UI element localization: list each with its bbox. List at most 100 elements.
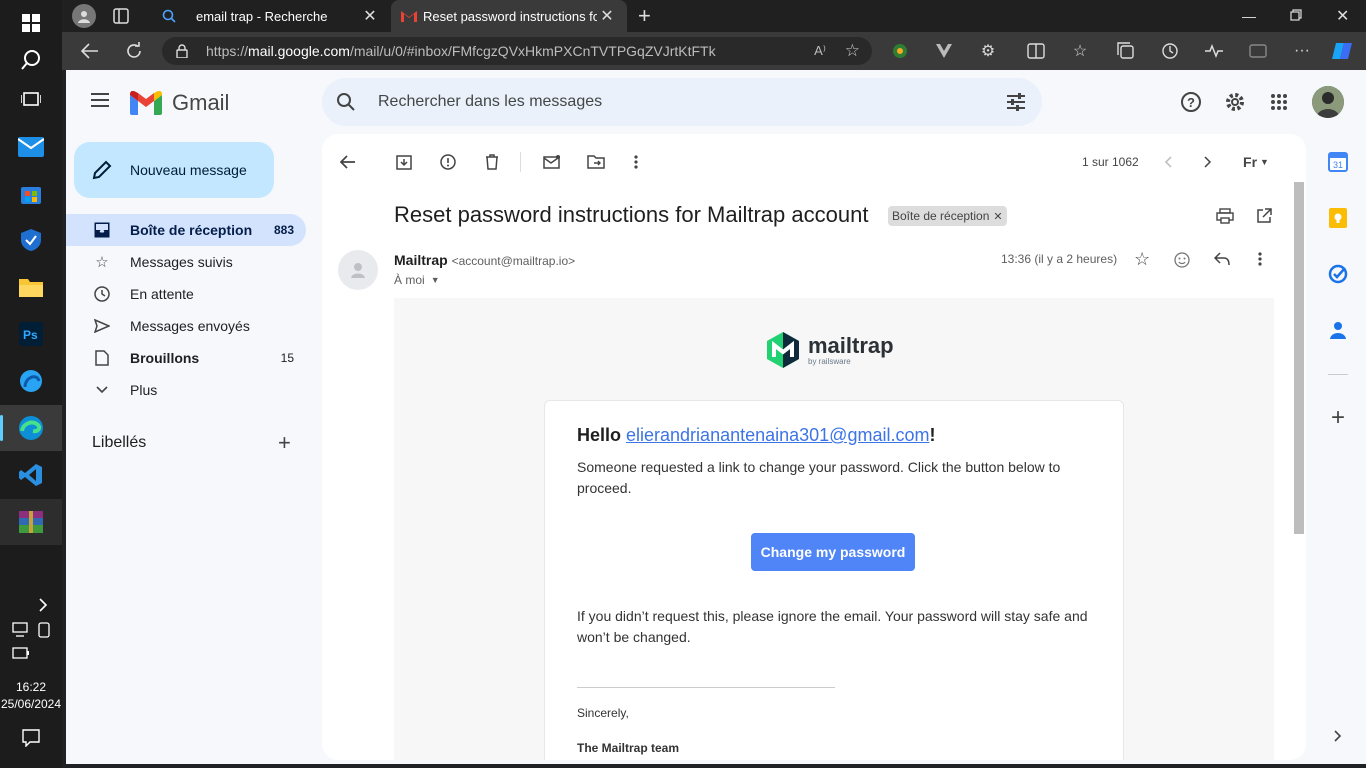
search-icon[interactable]: [336, 92, 356, 112]
collections-icon[interactable]: [1114, 39, 1138, 63]
photoshop-icon[interactable]: Ps: [0, 311, 62, 357]
screenshot-icon[interactable]: [1246, 39, 1270, 63]
svg-text:?: ?: [1187, 95, 1195, 110]
move-to-icon[interactable]: [584, 150, 608, 174]
restore-icon[interactable]: [1290, 9, 1302, 21]
label-chip[interactable]: Boîte de réception ✕: [888, 206, 1007, 226]
sidebar-item-more[interactable]: Plus: [66, 374, 306, 406]
more-vert-icon[interactable]: [624, 150, 648, 174]
side-panel: 31 +: [1310, 134, 1366, 764]
vue-devtools-icon[interactable]: [932, 39, 956, 63]
performance-icon[interactable]: [1202, 39, 1226, 63]
settings-icon[interactable]: [1224, 91, 1246, 113]
older-icon[interactable]: [1196, 150, 1220, 174]
sidebar-item-snoozed[interactable]: En attente: [66, 278, 306, 310]
sidebar-item-starred[interactable]: ☆ Messages suivis: [66, 246, 306, 278]
sidebar-item-sent[interactable]: Messages envoyés: [66, 310, 306, 342]
battery-icon[interactable]: [12, 646, 30, 660]
apps-grid-icon[interactable]: [1270, 93, 1288, 111]
svg-text:31: 31: [1333, 160, 1343, 170]
print-icon[interactable]: [1216, 208, 1234, 224]
greeting-email-link[interactable]: elierandrianantenaina301@gmail.com: [626, 425, 929, 445]
system-clock[interactable]: 16:22 25/06/2024: [0, 679, 62, 713]
chevron-down-icon: [92, 380, 112, 400]
new-tab-icon[interactable]: +: [638, 5, 651, 27]
report-spam-icon[interactable]: [436, 150, 460, 174]
account-avatar[interactable]: [1312, 86, 1344, 118]
add-addon-icon[interactable]: +: [1324, 404, 1352, 432]
close-tab-icon[interactable]: ✕: [360, 6, 380, 26]
network-icon[interactable]: [12, 622, 30, 638]
file-explorer-icon[interactable]: [0, 264, 62, 310]
emoji-icon[interactable]: [1174, 252, 1190, 268]
tab-search[interactable]: email trap - Recherche ✕: [152, 0, 390, 32]
sender-name[interactable]: Mailtrap: [394, 252, 448, 268]
app-icon[interactable]: [0, 358, 62, 404]
delete-icon[interactable]: [480, 150, 504, 174]
mark-unread-icon[interactable]: [540, 150, 564, 174]
help-icon[interactable]: ?: [1180, 91, 1202, 113]
close-window-icon[interactable]: ✕: [1336, 6, 1349, 26]
defender-icon[interactable]: [0, 217, 62, 263]
back-icon[interactable]: [78, 39, 102, 63]
gmail-logo[interactable]: Gmail: [130, 90, 229, 116]
sidebar-item-inbox[interactable]: Boîte de réception 883: [66, 214, 306, 246]
change-password-button[interactable]: Change my password: [751, 533, 915, 571]
main-menu-icon[interactable]: [90, 92, 110, 108]
more-vert-icon[interactable]: [1258, 252, 1262, 266]
minimize-icon[interactable]: —: [1242, 8, 1256, 24]
more-options-icon[interactable]: ···: [1290, 39, 1314, 63]
url-field[interactable]: https://mail.google.com/mail/u/0/#inbox/…: [162, 37, 872, 65]
address-bar-row: https://mail.google.com/mail/u/0/#inbox/…: [62, 32, 1366, 70]
chevron-right-icon[interactable]: [0, 583, 62, 627]
copilot-icon[interactable]: [1330, 39, 1354, 63]
edge-icon[interactable]: [0, 405, 62, 451]
lock-icon[interactable]: [176, 44, 206, 58]
notification-icon[interactable]: [22, 729, 40, 747]
store-icon[interactable]: [0, 170, 62, 216]
profile-avatar[interactable]: [72, 4, 96, 28]
open-new-window-icon[interactable]: [1256, 208, 1272, 224]
sender-avatar[interactable]: [338, 250, 378, 290]
add-label-icon[interactable]: +: [278, 430, 291, 456]
task-view-icon[interactable]: [0, 76, 62, 122]
extension-icon[interactable]: [888, 39, 912, 63]
remove-label-icon[interactable]: ✕: [993, 210, 1002, 223]
input-tools-icon[interactable]: Fr ▼: [1236, 150, 1276, 174]
labels-heading: Libellés: [92, 434, 147, 451]
search-bar[interactable]: Rechercher dans les messages: [322, 78, 1042, 126]
close-tab-icon[interactable]: ✕: [597, 6, 617, 26]
history-icon[interactable]: [1158, 39, 1182, 63]
reply-icon[interactable]: [1214, 252, 1230, 266]
favorite-star-icon[interactable]: ☆: [845, 41, 860, 61]
device-icon[interactable]: [36, 622, 52, 638]
label-chip-text: Boîte de réception: [892, 209, 990, 223]
recipient-details[interactable]: À moi ▼: [394, 273, 440, 287]
contacts-icon[interactable]: [1324, 316, 1352, 344]
refresh-icon[interactable]: [122, 39, 146, 63]
star-icon[interactable]: ☆: [1134, 249, 1150, 270]
split-screen-icon[interactable]: [1024, 39, 1048, 63]
vscode-icon[interactable]: [0, 452, 62, 498]
newer-icon[interactable]: [1156, 150, 1180, 174]
sidebar-item-drafts[interactable]: Brouillons 15: [66, 342, 306, 374]
search-options-icon[interactable]: [1006, 92, 1026, 112]
chevron-right-icon[interactable]: [1324, 722, 1352, 750]
compose-button[interactable]: Nouveau message: [74, 142, 274, 198]
favorites-icon[interactable]: ☆: [1068, 39, 1092, 63]
keep-icon[interactable]: [1324, 204, 1352, 232]
sidebar-item-label: Brouillons: [130, 350, 200, 366]
scrollbar-thumb[interactable]: [1294, 182, 1304, 534]
archive-icon[interactable]: [392, 150, 416, 174]
calendar-icon[interactable]: 31: [1324, 148, 1352, 176]
back-icon[interactable]: [336, 150, 360, 174]
tasks-icon[interactable]: [1324, 260, 1352, 288]
compose-label: Nouveau message: [130, 162, 247, 178]
winrar-icon[interactable]: [0, 499, 62, 545]
extensions-icon[interactable]: ⚙: [976, 39, 1000, 63]
tab-actions-icon[interactable]: [112, 7, 130, 25]
message-subject: Reset password instructions for Mailtrap…: [394, 202, 869, 227]
mail-app-icon[interactable]: [0, 124, 62, 170]
read-aloud-icon[interactable]: A⁾: [814, 43, 826, 59]
tab-gmail[interactable]: Reset password instructions for M ✕: [391, 0, 627, 32]
